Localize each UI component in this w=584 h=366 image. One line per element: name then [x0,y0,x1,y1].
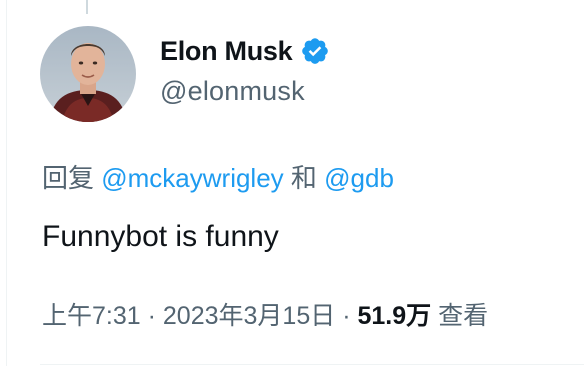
author-name-row[interactable]: Elon Musk [160,34,330,68]
tweet-meta: 上午7:31 · 2023年3月15日 · 51.9万 查看 [42,296,488,332]
reply-prefix: 回复 [42,163,95,193]
tweet-date[interactable]: 2023年3月15日 [163,302,335,330]
author-handle[interactable]: @elonmusk [160,76,305,107]
views-label[interactable]: 查看 [438,302,488,330]
tweet-time[interactable]: 上午7:31 [42,302,141,330]
meta-separator: · [147,302,156,330]
author-display-name[interactable]: Elon Musk [160,36,293,67]
reply-context: 回复 @mckaywrigley 和 @gdb [42,158,394,195]
avatar-photo-icon [40,26,136,122]
thread-connector-line [86,0,88,14]
card-left-border [6,0,7,366]
bottom-divider [40,364,584,365]
tweet-text: Funnybot is funny [42,220,279,253]
tweet-card: Elon Musk @elonmusk 回复 @mckaywrigley 和 @… [0,0,584,366]
meta-separator: · [342,302,351,330]
mention-link[interactable]: @mckaywrigley [101,163,283,193]
verified-badge-icon[interactable] [300,36,330,66]
views-count[interactable]: 51.9万 [357,302,431,330]
reply-joiner: 和 [290,163,317,193]
mention-link[interactable]: @gdb [324,163,394,193]
avatar[interactable] [40,26,136,122]
